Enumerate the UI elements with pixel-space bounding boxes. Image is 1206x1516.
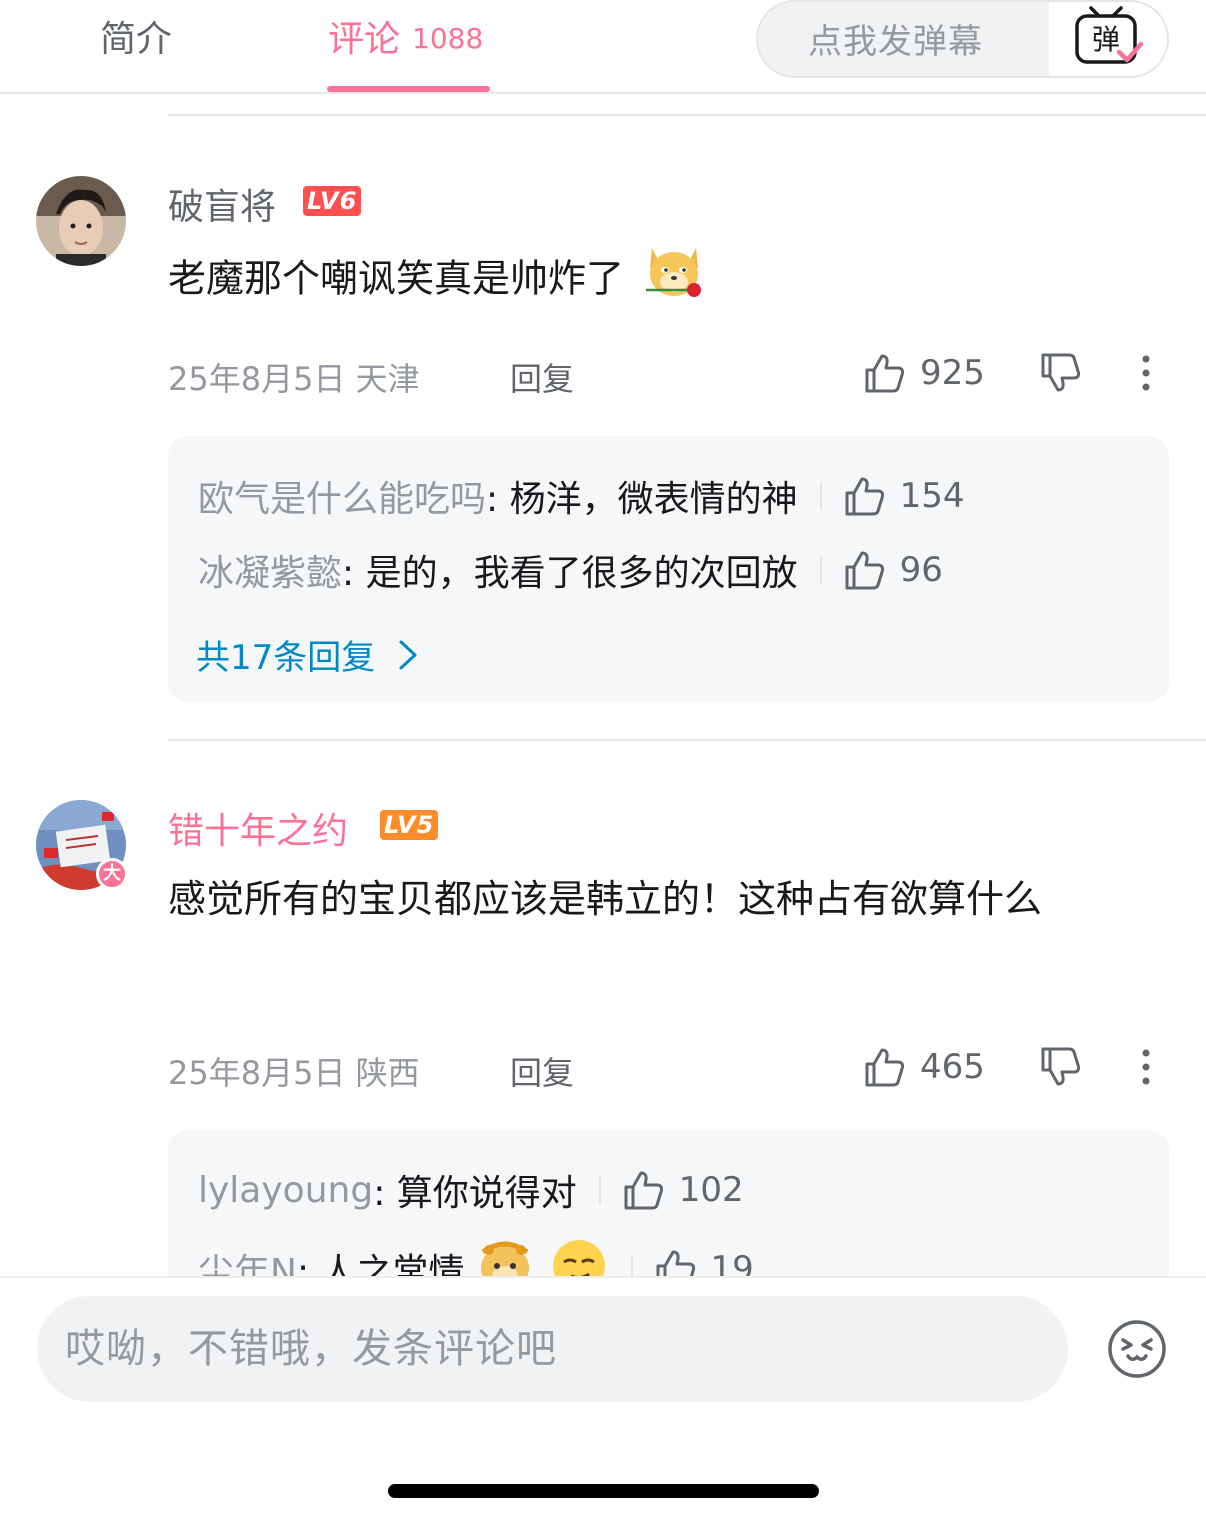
thumbs-down-icon xyxy=(1041,353,1081,392)
sub-reply-text: : 杨洋，微表情的神 xyxy=(486,479,798,520)
like-count: 465 xyxy=(920,1047,985,1087)
tab-comments[interactable]: 评论 1088 xyxy=(328,10,483,62)
tab-comments-count: 1088 xyxy=(412,22,484,55)
avatar[interactable] xyxy=(36,176,126,266)
sub-reply-username[interactable]: 冰凝紫懿 xyxy=(198,544,342,596)
dislike-button[interactable] xyxy=(1040,352,1082,398)
reply-button[interactable]: 回复 xyxy=(510,354,574,400)
danmaku-toggle-icon[interactable]: 弹 xyxy=(1049,2,1167,76)
sub-reply-username[interactable]: lylayoung xyxy=(198,1170,373,1211)
vip-badge: 大 xyxy=(96,858,128,890)
like-button[interactable]: 465 xyxy=(864,1046,985,1088)
level-badge: LV6 xyxy=(303,186,362,216)
tab-intro[interactable]: 简介 xyxy=(100,10,172,62)
emoji-button[interactable] xyxy=(1106,1318,1168,1384)
sub-reply-username[interactable]: 欧气是什么能吃吗 xyxy=(198,470,486,522)
divider xyxy=(168,114,1206,116)
divider xyxy=(168,739,1206,741)
comment-text-body: 老魔那个嘲讽笑真是帅炸了 xyxy=(168,256,625,301)
sub-reply-like-count: 102 xyxy=(678,1170,744,1210)
like-count: 925 xyxy=(920,353,985,393)
more-options-button[interactable] xyxy=(1136,1048,1156,1092)
thumbs-up-icon xyxy=(865,1048,905,1087)
more-replies-label: 共17条回复 xyxy=(196,638,376,678)
sub-reply[interactable]: 欧气是什么能吃吗 : 杨洋，微表情的神 154 xyxy=(198,470,965,522)
danmaku-placeholder: 点我发弹幕 xyxy=(808,22,983,62)
active-tab-indicator xyxy=(327,86,490,92)
danmaku-input-button[interactable]: 点我发弹幕 弹 xyxy=(756,0,1169,78)
sub-reply-like-count: 96 xyxy=(899,550,943,590)
danmaku-icon-text: 弹 xyxy=(1092,23,1120,56)
comment-date-location: 25年8月5日 陕西 xyxy=(168,1054,420,1092)
comment-text: 老魔那个嘲讽笑真是帅炸了 xyxy=(168,238,1168,324)
comment-text: 感觉所有的宝贝都应该是韩立的！这种占有欲算什么 xyxy=(168,877,1043,921)
sub-replies-box: 欧气是什么能吃吗 : 杨洋，微表情的神 154 冰凝紫懿 : 是的，我看了很多的… xyxy=(168,436,1169,702)
more-options-button[interactable] xyxy=(1136,354,1156,398)
level-badge: LV5 xyxy=(380,810,439,840)
comment-date-location: 25年8月5日 天津 xyxy=(168,360,420,398)
view-more-replies-link[interactable]: 共17条回复 xyxy=(196,630,423,679)
comment-input[interactable] xyxy=(37,1296,1068,1402)
sub-reply-text: : 算你说得对 xyxy=(373,1173,577,1214)
sub-reply-like-button[interactable]: 102 xyxy=(623,1169,744,1211)
more-vertical-icon xyxy=(1142,1049,1150,1085)
emoji-face-icon xyxy=(1108,1320,1166,1378)
tab-comments-label: 评论 xyxy=(328,19,401,60)
comment-username[interactable]: 破盲将 xyxy=(168,178,276,230)
more-vertical-icon xyxy=(1142,355,1150,391)
sub-reply[interactable]: lylayoung : 算你说得对 102 xyxy=(198,1164,744,1216)
separator xyxy=(819,556,822,584)
top-tab-bar: 简介 评论 1088 点我发弹幕 弹 xyxy=(0,0,1206,94)
thumbs-up-icon xyxy=(865,354,905,393)
comment-username[interactable]: 错十年之约 xyxy=(168,802,348,854)
reply-button[interactable]: 回复 xyxy=(510,1048,574,1094)
thumbs-up-icon xyxy=(845,551,884,590)
sub-reply-like-button[interactable]: 154 xyxy=(844,475,965,517)
home-indicator xyxy=(388,1484,819,1498)
sub-reply-like-button[interactable]: 96 xyxy=(844,549,943,591)
chevron-right-icon xyxy=(399,640,417,669)
sub-reply[interactable]: 冰凝紫懿 : 是的，我看了很多的次回放 96 xyxy=(198,544,943,596)
dislike-button[interactable] xyxy=(1040,1046,1082,1092)
separator xyxy=(598,1176,601,1204)
thumbs-up-icon xyxy=(624,1171,663,1210)
thumbs-down-icon xyxy=(1041,1047,1081,1086)
sub-reply-text: : 是的，我看了很多的次回放 xyxy=(342,553,798,594)
like-button[interactable]: 925 xyxy=(864,352,985,394)
sub-reply-like-count: 154 xyxy=(899,476,965,516)
comment-input-bar xyxy=(0,1276,1206,1516)
separator xyxy=(819,482,822,510)
thumbs-up-icon xyxy=(845,477,884,516)
doge-rose-emoji-icon xyxy=(642,238,706,324)
